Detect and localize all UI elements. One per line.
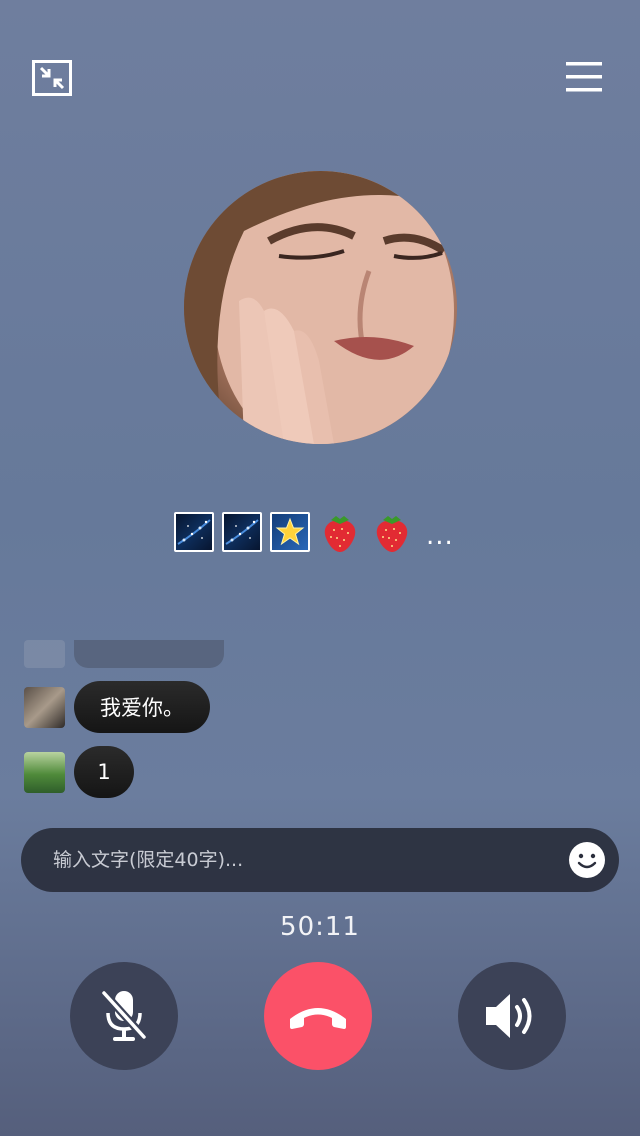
mute-button[interactable]: [70, 962, 178, 1070]
hangup-button[interactable]: [264, 962, 372, 1070]
emoji-button[interactable]: [561, 834, 613, 886]
stars-gift-icon: [222, 512, 262, 552]
call-timer: 50:11: [280, 912, 360, 942]
speaker-icon: [486, 994, 532, 1038]
message-bubble: 我爱你。: [74, 681, 210, 733]
list-item: 我爱你。: [24, 681, 210, 733]
minimize-icon: [32, 60, 72, 96]
avatar: [24, 751, 65, 793]
message-input-bar: [21, 828, 619, 892]
caller-avatar: [184, 171, 457, 444]
hangup-icon: [290, 1008, 346, 1029]
message-bubble: [74, 640, 224, 668]
avatar: [24, 686, 65, 728]
message-input[interactable]: [51, 839, 561, 881]
gift-row: ...: [174, 510, 454, 554]
strawberry-gift-icon: [324, 516, 356, 552]
list-item: 1: [24, 746, 134, 798]
minimize-button[interactable]: [32, 60, 72, 96]
menu-icon: [566, 62, 602, 92]
smiley-icon: [569, 842, 605, 878]
menu-button[interactable]: [566, 60, 606, 96]
star-gift-icon: [270, 512, 310, 552]
message-bubble: 1: [74, 746, 134, 798]
mic-off-icon: [101, 990, 147, 1041]
more-gifts-indicator[interactable]: ...: [426, 523, 454, 549]
list-item: [24, 640, 224, 668]
stars-gift-icon: [174, 512, 214, 552]
strawberry-gift-icon: [376, 516, 408, 552]
avatar: [24, 640, 65, 668]
speaker-button[interactable]: [458, 962, 566, 1070]
